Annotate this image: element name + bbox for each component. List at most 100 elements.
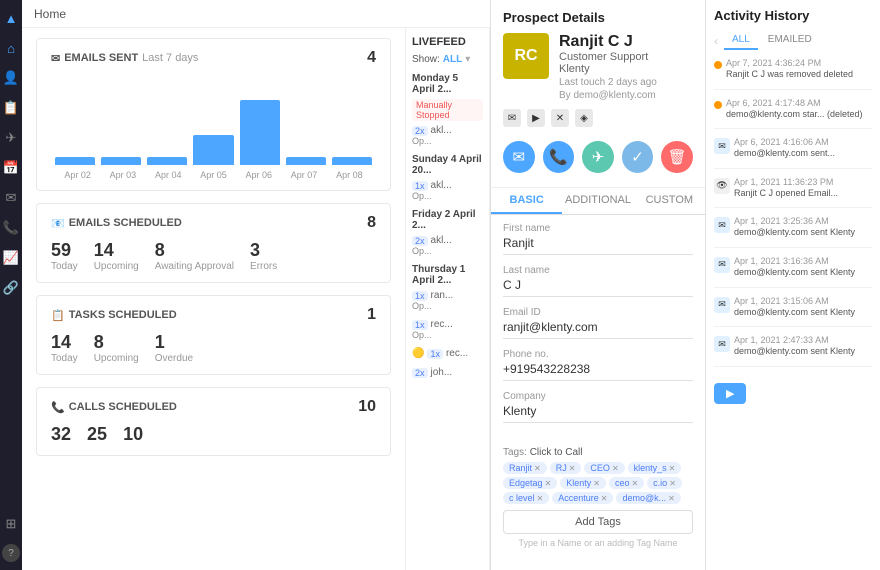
- tag-remove-icon[interactable]: ✕: [669, 479, 676, 488]
- tag-item[interactable]: c.io✕: [647, 477, 682, 489]
- activity-text: demo@klenty.com star... (deleted): [726, 108, 872, 121]
- chevron-down-icon[interactable]: ▾: [465, 54, 470, 65]
- livefeed-badge: 1x: [412, 291, 428, 301]
- status-icon-1[interactable]: ✉: [503, 109, 521, 127]
- activity-text: demo@klenty.com sent Klenty: [734, 266, 872, 279]
- livefeed-item-row: 1xakl...: [412, 180, 483, 191]
- livefeed-day-group: Monday 5 April 2...Manually Stopped2xakl…: [412, 73, 483, 146]
- activity-tab-prev[interactable]: ‹: [714, 34, 718, 48]
- livefeed-item: 🟡1xrec...: [412, 348, 483, 359]
- nav-icon-calendar[interactable]: 📅: [1, 158, 21, 178]
- form-value[interactable]: +919543228238: [503, 362, 693, 381]
- livefeed-item: 2xakl...Op...: [412, 235, 483, 256]
- livefeed-name: akl...: [431, 180, 452, 191]
- bar-group: [286, 157, 326, 165]
- tag-item[interactable]: ceo✕: [609, 477, 644, 489]
- tag-remove-icon[interactable]: ✕: [537, 494, 544, 503]
- prospect-panel: Prospect Details RC Ranjit C J Customer …: [490, 0, 705, 570]
- activity-title: Activity History: [714, 8, 872, 23]
- tasks-scheduled-stats: 14Today8Upcoming1Overdue: [51, 332, 376, 364]
- nav-icon-phone[interactable]: 📞: [1, 218, 21, 238]
- add-tags-button[interactable]: Add Tags: [503, 510, 693, 534]
- delete-action-btn[interactable]: 🗑: [661, 141, 693, 173]
- phone-action-btn[interactable]: 📞: [543, 141, 575, 173]
- status-icon-2[interactable]: ▶: [527, 109, 545, 127]
- livefeed-panel: LIVEFEED Show: ALL ▾ Monday 5 April 2...…: [405, 28, 490, 570]
- livefeed-item-row: 2xakl...: [412, 235, 483, 246]
- form-value[interactable]: Klenty: [503, 404, 693, 423]
- tag-item[interactable]: c level✕: [503, 492, 549, 504]
- stat-value: 1: [155, 332, 193, 353]
- activity-item: ✉Apr 1, 2021 2:47:33 AMdemo@klenty.com s…: [714, 335, 872, 367]
- send-action-btn[interactable]: ✈: [582, 141, 614, 173]
- tag-item[interactable]: Ranjit✕: [503, 462, 547, 474]
- activity-tab-all[interactable]: ALL: [724, 31, 758, 50]
- tag-remove-icon[interactable]: ✕: [668, 494, 675, 503]
- form-value[interactable]: ranjit@klenty.com: [503, 320, 693, 339]
- tag-remove-icon[interactable]: ✕: [545, 479, 552, 488]
- breadcrumb: Home: [34, 7, 66, 21]
- task-icon: 📋: [51, 309, 65, 322]
- tag-remove-icon[interactable]: ✕: [631, 479, 638, 488]
- tag-item[interactable]: CEO✕: [584, 462, 624, 474]
- prospect-by: By demo@klenty.com: [559, 90, 693, 101]
- livefeed-day-label: Sunday 4 April 20...: [412, 154, 483, 176]
- livefeed-item-row: 🟡1xrec...: [412, 348, 483, 359]
- form-field-first-name: First nameRanjit: [503, 223, 693, 255]
- livefeed-badge: 2x: [412, 126, 428, 136]
- nav-icon-home[interactable]: ▲: [1, 8, 21, 28]
- nav-icon-dashboard[interactable]: ⌂: [1, 38, 21, 58]
- tag-item[interactable]: Edgetag✕: [503, 477, 557, 489]
- nav-icon-send[interactable]: ✈: [1, 128, 21, 148]
- email-activity-icon: ✉: [714, 217, 730, 233]
- livefeed-prefix: 🟡: [412, 348, 424, 359]
- tag-remove-icon[interactable]: ✕: [593, 479, 600, 488]
- nav-icon-grid[interactable]: ⊞: [1, 514, 21, 534]
- nav-icon-chart[interactable]: 📈: [1, 248, 21, 268]
- status-icon-4[interactable]: ◈: [575, 109, 593, 127]
- activity-item: 👁Apr 1, 2021 11:36:23 PMRanjit C J opene…: [714, 177, 872, 209]
- tag-item[interactable]: Klenty✕: [560, 477, 606, 489]
- form-value[interactable]: C J: [503, 278, 693, 297]
- livefeed-badge: 2x: [412, 236, 428, 246]
- prospect-tab-custom[interactable]: CUSTOM: [634, 188, 705, 214]
- tag-item[interactable]: Accenture✕: [552, 492, 613, 504]
- tags-section: Tags: Click to Call Ranjit✕RJ✕CEO✕klenty…: [491, 441, 705, 554]
- livefeed-name: rec...: [446, 348, 468, 359]
- tasks-scheduled-card: 📋 TASKS SCHEDULED 1 14Today8Upcoming1Ove…: [36, 295, 391, 375]
- emails-sent-title: ✉ EMAILS SENT Last 7 days: [51, 52, 198, 65]
- form-label: Last name: [503, 265, 693, 276]
- tag-item[interactable]: demo@k...✕: [616, 492, 680, 504]
- check-action-btn[interactable]: ✓: [622, 141, 654, 173]
- activity-time: Apr 1, 2021 3:25:36 AM: [734, 216, 872, 226]
- tag-remove-icon[interactable]: ✕: [601, 494, 608, 503]
- livefeed-day-label: Monday 5 April 2...: [412, 73, 483, 95]
- status-icon-3[interactable]: ✕: [551, 109, 569, 127]
- tag-item[interactable]: RJ✕: [550, 462, 582, 474]
- prospect-tab-additional[interactable]: ADDITIONAL: [562, 188, 633, 214]
- activity-text: demo@klenty.com sent Klenty: [734, 345, 872, 358]
- prospect-tab-basic[interactable]: BASIC: [491, 188, 562, 214]
- bar: [55, 157, 95, 165]
- nav-icon-users[interactable]: 👤: [1, 68, 21, 88]
- prospect-profile: RC Ranjit C J Customer Support Klenty La…: [503, 33, 693, 101]
- activity-tab-emailed[interactable]: EMAILED: [760, 31, 820, 50]
- tag-remove-icon[interactable]: ✕: [669, 464, 676, 473]
- form-section: First nameRanjitLast nameC JEmail IDranj…: [491, 215, 705, 441]
- stat-label: Awaiting Approval: [155, 261, 234, 272]
- form-value[interactable]: Ranjit: [503, 236, 693, 255]
- nav-icon-tasks[interactable]: 📋: [1, 98, 21, 118]
- prospect-header: Prospect Details RC Ranjit C J Customer …: [491, 0, 705, 188]
- tag-remove-icon[interactable]: ✕: [612, 464, 619, 473]
- email-activity-icon: ✉: [714, 138, 730, 154]
- nav-icon-share[interactable]: 🔗: [1, 278, 21, 298]
- email-action-btn[interactable]: ✉: [503, 141, 535, 173]
- tag-remove-icon[interactable]: ✕: [569, 464, 576, 473]
- eye-activity-icon: 👁: [714, 178, 730, 194]
- nav-icon-email[interactable]: ✉: [1, 188, 21, 208]
- nav-icon-help[interactable]: ?: [2, 544, 20, 562]
- tag-item[interactable]: klenty_s✕: [628, 462, 682, 474]
- tag-remove-icon[interactable]: ✕: [534, 464, 541, 473]
- activity-action-button[interactable]: ▶: [714, 383, 746, 404]
- bar-label: Apr 07: [291, 170, 318, 180]
